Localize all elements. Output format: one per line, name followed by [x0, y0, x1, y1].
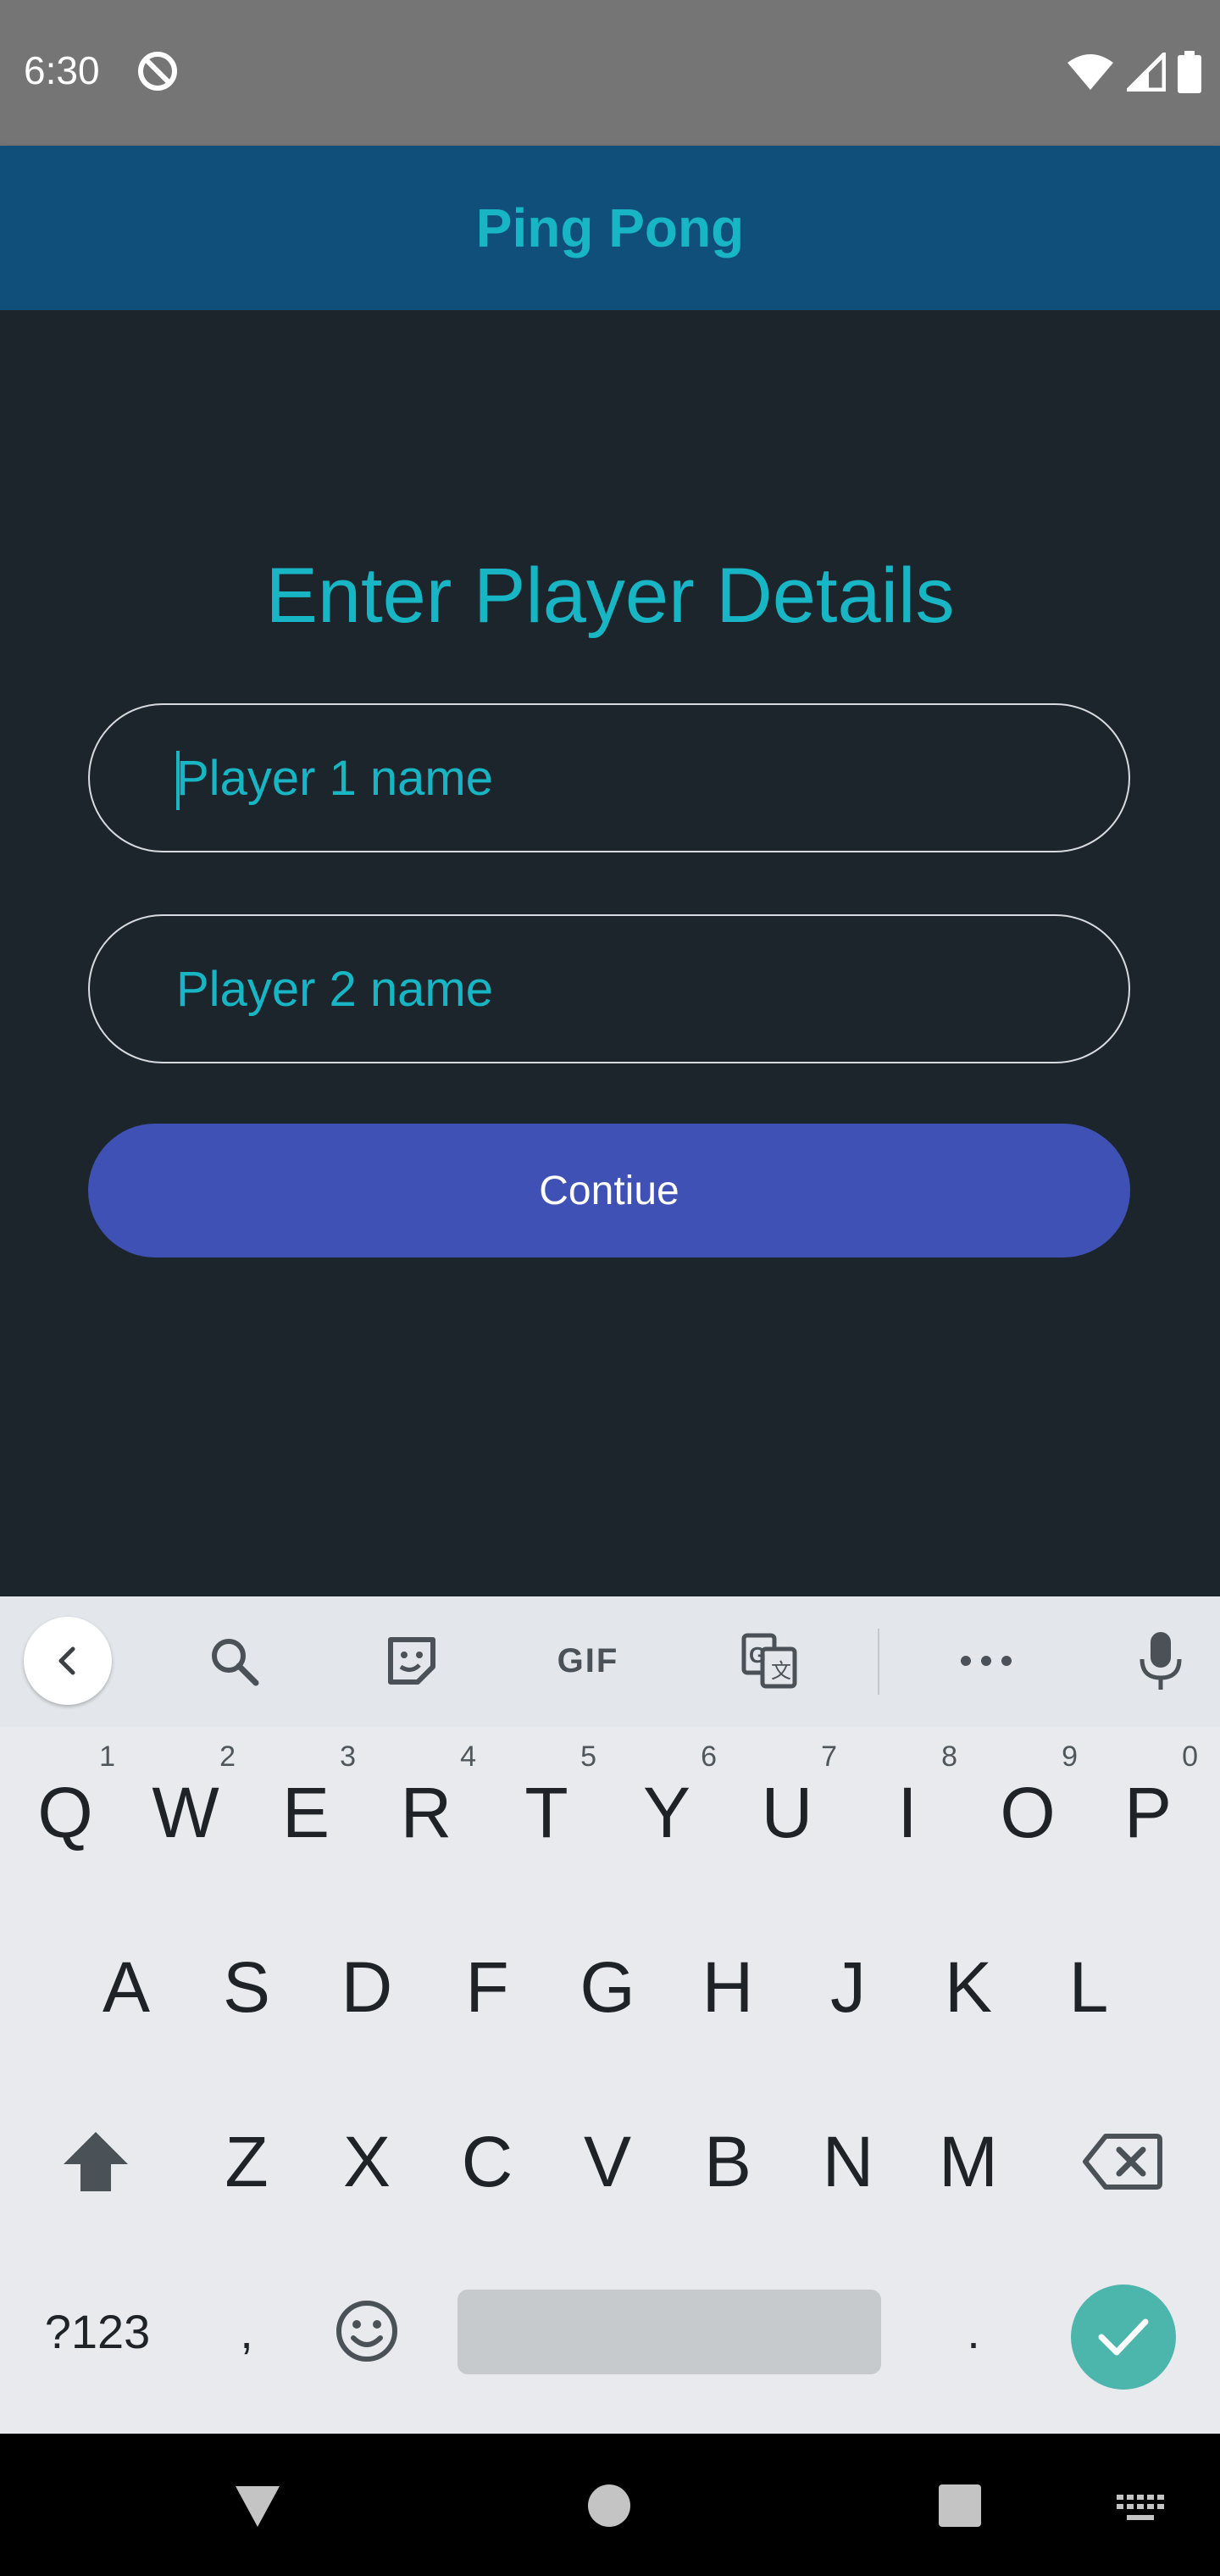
- page-heading: Enter Player Details: [265, 552, 955, 639]
- player2-field[interactable]: [88, 914, 1130, 1063]
- key-v[interactable]: V: [552, 2081, 663, 2242]
- search-icon: [212, 1639, 259, 1686]
- key-a[interactable]: A: [71, 1907, 181, 2068]
- key-i[interactable]: I8: [852, 1732, 962, 1893]
- key-l[interactable]: L: [1034, 1907, 1144, 2068]
- shift-icon: [64, 2132, 128, 2191]
- key-x[interactable]: X: [312, 2081, 422, 2242]
- emoji-key[interactable]: [312, 2251, 422, 2412]
- key-h[interactable]: H: [673, 1907, 783, 2068]
- app-title: Ping Pong: [475, 197, 745, 258]
- space-key[interactable]: [458, 2290, 881, 2374]
- home-nav-icon[interactable]: [586, 2483, 632, 2529]
- keyboard-more-button[interactable]: [952, 1627, 1020, 1695]
- do-not-disturb-icon: [138, 52, 177, 91]
- key-q[interactable]: Q1: [10, 1732, 120, 1893]
- comma-key[interactable]: ,: [191, 2251, 302, 2412]
- svg-text:G: G: [749, 1642, 766, 1668]
- gif-label: GIF: [557, 1641, 619, 1679]
- key-f[interactable]: F: [432, 1907, 542, 2068]
- back-nav-icon[interactable]: [232, 2479, 283, 2530]
- soft-keyboard: GIF G 文 Q 1 W 2 E 3 R 4 T 5 Y 6 U 7 I 8 …: [0, 1596, 1220, 2434]
- sticker-icon: [388, 1637, 435, 1685]
- period-key[interactable]: .: [918, 2251, 1029, 2412]
- status-bar: 6:30: [0, 0, 1220, 146]
- key-o[interactable]: O9: [973, 1732, 1083, 1893]
- key-t[interactable]: T5: [491, 1732, 602, 1893]
- screen: 6:30 Ping Pong Enter Player Details Play…: [0, 0, 1220, 2576]
- player1-field[interactable]: [88, 703, 1130, 852]
- text-cursor: [176, 751, 180, 810]
- key-u[interactable]: U7: [732, 1732, 842, 1893]
- player1-name-input[interactable]: [176, 705, 1091, 851]
- key-k[interactable]: K: [913, 1907, 1023, 2068]
- enter-key[interactable]: [1071, 2285, 1176, 2390]
- status-icons: [1066, 49, 1201, 95]
- cell-signal-icon: [1127, 53, 1166, 92]
- chevron-left-icon: [58, 1646, 75, 1675]
- backspace-key[interactable]: [1068, 2081, 1178, 2242]
- keyboard-mic-button[interactable]: [1127, 1627, 1195, 1695]
- key-e[interactable]: E3: [251, 1732, 361, 1893]
- key-b[interactable]: B: [673, 2081, 783, 2242]
- key-g[interactable]: G: [552, 1907, 663, 2068]
- backspace-icon: [1083, 2134, 1162, 2190]
- more-horizontal-icon: [961, 1656, 1012, 1666]
- key-d[interactable]: D: [312, 1907, 422, 2068]
- navigation-bar: [0, 2434, 1220, 2576]
- keyboard-gif-button[interactable]: GIF: [546, 1627, 630, 1695]
- check-icon: [1098, 2318, 1149, 2356]
- player2-name-input[interactable]: [176, 916, 1091, 1062]
- wifi-icon: [1068, 54, 1113, 90]
- keyboard-search-button[interactable]: [200, 1627, 268, 1695]
- emoji-icon: [336, 2301, 397, 2362]
- key-s[interactable]: S: [191, 1907, 302, 2068]
- keyboard-translate-button[interactable]: G 文: [735, 1627, 803, 1695]
- key-y[interactable]: Y6: [612, 1732, 722, 1893]
- shift-key[interactable]: [41, 2081, 151, 2242]
- key-c[interactable]: C: [432, 2081, 542, 2242]
- keyboard-back-button[interactable]: [24, 1617, 112, 1705]
- key-w[interactable]: W2: [130, 1732, 241, 1893]
- microphone-icon: [1140, 1632, 1182, 1690]
- key-m[interactable]: M: [913, 2081, 1023, 2242]
- status-time: 6:30: [24, 48, 100, 92]
- key-j[interactable]: J: [793, 1907, 903, 2068]
- toolbar-divider: [878, 1629, 879, 1695]
- key-n[interactable]: N: [793, 2081, 903, 2242]
- translate-icon: G 文: [741, 1633, 797, 1689]
- continue-button[interactable]: Contiue: [88, 1124, 1130, 1257]
- keyboard-switch-icon[interactable]: [1115, 2493, 1166, 2523]
- battery-icon: [1178, 51, 1201, 93]
- main-content: Enter Player Details Contiue: [0, 310, 1220, 1596]
- keyboard-sticker-button[interactable]: [378, 1627, 446, 1695]
- key-z[interactable]: Z: [191, 2081, 302, 2242]
- key-p[interactable]: P0: [1093, 1732, 1203, 1893]
- recents-nav-icon[interactable]: [937, 2483, 983, 2529]
- svg-text:文: 文: [771, 1660, 791, 1683]
- key-r[interactable]: R4: [371, 1732, 481, 1893]
- symbols-key[interactable]: ?123: [25, 2251, 169, 2412]
- keyboard-toolbar: GIF G 文: [0, 1596, 1220, 1727]
- app-bar: Ping Pong: [0, 146, 1220, 310]
